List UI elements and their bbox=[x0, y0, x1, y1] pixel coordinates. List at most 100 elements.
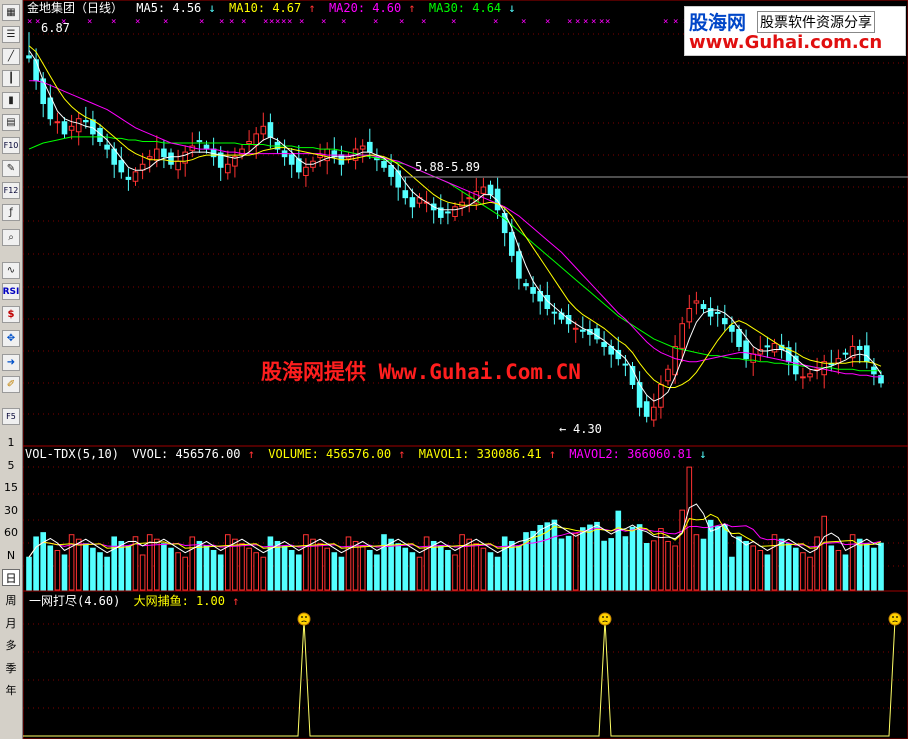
candle[interactable] bbox=[714, 305, 721, 327]
candle[interactable] bbox=[700, 300, 707, 314]
candle[interactable] bbox=[601, 331, 607, 356]
candle[interactable] bbox=[125, 168, 132, 191]
volume-bar[interactable] bbox=[530, 530, 536, 591]
period-6[interactable]: N bbox=[2, 547, 20, 564]
volume-bar[interactable] bbox=[423, 536, 430, 591]
period-2[interactable]: 5 bbox=[2, 457, 20, 474]
volume-bar[interactable] bbox=[274, 540, 281, 591]
volume-bar[interactable] bbox=[210, 549, 217, 591]
volume-bar[interactable] bbox=[587, 524, 593, 591]
period-3[interactable]: 15 bbox=[2, 479, 20, 496]
candle[interactable] bbox=[345, 152, 352, 164]
volume-bar[interactable] bbox=[714, 526, 721, 591]
grid-icon[interactable]: ▦ bbox=[2, 4, 20, 21]
volume-bar[interactable] bbox=[501, 536, 508, 591]
candle[interactable] bbox=[331, 137, 338, 164]
volume-bar[interactable] bbox=[487, 552, 494, 591]
period-8[interactable]: 周 bbox=[2, 592, 20, 609]
volume-bar[interactable] bbox=[359, 545, 366, 591]
volume-bar[interactable] bbox=[650, 540, 657, 591]
volume-bar[interactable] bbox=[643, 543, 650, 591]
volume-bar[interactable] bbox=[61, 554, 68, 591]
volume-bar[interactable] bbox=[835, 549, 842, 591]
period-11[interactable]: 季 bbox=[2, 659, 20, 676]
volume-bar[interactable] bbox=[743, 540, 749, 591]
indicator-icon[interactable]: ∿ bbox=[2, 262, 20, 279]
candle[interactable] bbox=[68, 114, 75, 140]
volume-bar[interactable] bbox=[558, 538, 565, 591]
volume-bar[interactable] bbox=[168, 547, 174, 591]
candle[interactable] bbox=[729, 316, 735, 343]
volume-bar[interactable] bbox=[878, 542, 884, 591]
volume-bar[interactable] bbox=[771, 534, 778, 591]
period-9[interactable]: 月 bbox=[2, 614, 20, 631]
volume-bar[interactable] bbox=[807, 556, 813, 591]
volume-bar[interactable] bbox=[849, 534, 856, 591]
candle[interactable] bbox=[416, 193, 423, 208]
candle[interactable] bbox=[281, 139, 288, 166]
volume-bar[interactable] bbox=[54, 549, 61, 591]
candle[interactable] bbox=[494, 177, 501, 219]
candle[interactable] bbox=[842, 348, 849, 359]
volume-bar[interactable] bbox=[395, 543, 402, 591]
candle[interactable] bbox=[764, 336, 771, 358]
f12-icon[interactable]: F12 bbox=[2, 182, 20, 199]
volume-bar[interactable] bbox=[437, 545, 444, 591]
candle[interactable] bbox=[558, 308, 565, 324]
candle[interactable] bbox=[61, 117, 68, 139]
volume-bar[interactable] bbox=[821, 515, 828, 591]
move-icon[interactable]: ✥ bbox=[2, 330, 20, 347]
volume-bar[interactable] bbox=[579, 527, 586, 591]
volume-bar[interactable] bbox=[26, 556, 32, 591]
candle[interactable] bbox=[374, 148, 380, 172]
volume-bar[interactable] bbox=[842, 554, 849, 591]
volume-bar[interactable] bbox=[196, 540, 203, 591]
candle[interactable] bbox=[175, 149, 181, 179]
candle[interactable] bbox=[267, 113, 274, 149]
volume-bar[interactable] bbox=[508, 540, 515, 591]
candle[interactable] bbox=[402, 177, 409, 205]
volume-bar[interactable] bbox=[111, 536, 118, 591]
volume-bar[interactable] bbox=[118, 540, 125, 591]
volume-bar[interactable] bbox=[494, 556, 501, 591]
volume-bar[interactable] bbox=[416, 556, 423, 591]
candle[interactable] bbox=[246, 130, 252, 153]
period-5[interactable]: 60 bbox=[2, 524, 20, 541]
candle[interactable] bbox=[594, 324, 600, 344]
volume-bar[interactable] bbox=[97, 552, 103, 591]
candle[interactable] bbox=[650, 393, 657, 427]
period-10[interactable]: 多 bbox=[2, 637, 20, 654]
volume-bar[interactable] bbox=[665, 540, 671, 591]
volume-bar[interactable] bbox=[572, 533, 579, 591]
volume-bar[interactable] bbox=[693, 534, 700, 591]
volume-bar[interactable] bbox=[871, 547, 877, 591]
volume-bar[interactable] bbox=[480, 547, 487, 591]
volume-panel[interactable] bbox=[26, 466, 884, 591]
candle[interactable] bbox=[750, 347, 757, 376]
candle[interactable] bbox=[665, 364, 671, 386]
candle[interactable] bbox=[359, 139, 366, 163]
candle[interactable] bbox=[303, 158, 309, 187]
candle[interactable] bbox=[693, 291, 700, 315]
volume-bar[interactable] bbox=[636, 524, 643, 591]
volume-bar[interactable] bbox=[352, 540, 359, 591]
volume-bar[interactable] bbox=[792, 547, 799, 591]
volume-bar[interactable] bbox=[388, 538, 394, 591]
candle[interactable] bbox=[480, 177, 487, 205]
volume-bar[interactable] bbox=[175, 552, 181, 591]
candle[interactable] bbox=[863, 332, 870, 369]
volume-bar[interactable] bbox=[608, 538, 615, 591]
volume-bar[interactable] bbox=[381, 534, 387, 591]
candle[interactable] bbox=[452, 202, 458, 222]
volume-bar[interactable] bbox=[430, 540, 437, 591]
volume-bar[interactable] bbox=[288, 549, 295, 591]
volume-bar[interactable] bbox=[310, 538, 316, 591]
volume-bar[interactable] bbox=[324, 547, 331, 591]
volume-bar[interactable] bbox=[863, 543, 870, 591]
volume-bar[interactable] bbox=[161, 543, 167, 591]
candle[interactable] bbox=[430, 197, 437, 224]
pencil-icon[interactable]: ✐ bbox=[2, 376, 20, 393]
candle[interactable] bbox=[792, 342, 799, 381]
volume-bar[interactable] bbox=[594, 521, 600, 591]
volume-bar[interactable] bbox=[551, 519, 558, 591]
